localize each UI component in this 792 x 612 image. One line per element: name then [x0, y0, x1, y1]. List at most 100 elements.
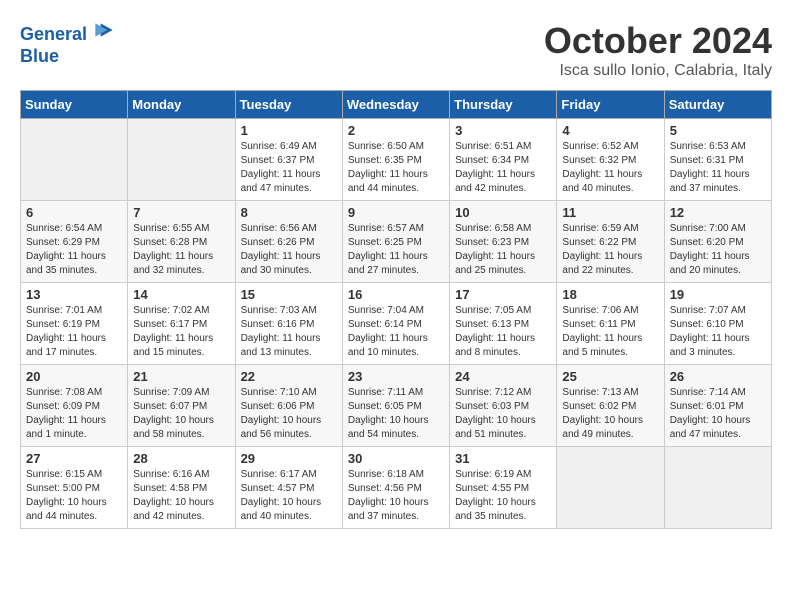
day-info: Sunrise: 6:59 AM Sunset: 6:22 PM Dayligh…: [562, 222, 658, 278]
calendar-cell: 9 Sunrise: 6:57 AM Sunset: 6:25 PM Daylig…: [342, 201, 449, 283]
day-info: Sunrise: 7:03 AM Sunset: 6:16 PM Dayligh…: [241, 304, 337, 360]
day-info: Sunrise: 7:00 AM Sunset: 6:20 PM Dayligh…: [670, 222, 766, 278]
day-header-wednesday: Wednesday: [342, 91, 449, 119]
calendar-cell: 5Sunrise: 6:53 AM Sunset: 6:31 PM Daylig…: [664, 119, 771, 201]
calendar-cell: 22Sunrise: 7:10 AM Sunset: 6:06 PM Dayli…: [235, 365, 342, 447]
day-info: Sunrise: 7:14 AM Sunset: 6:01 PM Dayligh…: [670, 386, 766, 442]
calendar-header-row: SundayMondayTuesdayWednesdayThursdayFrid…: [21, 91, 772, 119]
day-header-friday: Friday: [557, 91, 664, 119]
day-info: Sunrise: 6:51 AM Sunset: 6:34 PM Dayligh…: [455, 140, 551, 196]
day-info: Sunrise: 6:16 AM Sunset: 4:58 PM Dayligh…: [133, 468, 229, 524]
logo: General Blue: [20, 20, 114, 67]
calendar-cell: 30 Sunrise: 6:18 AM Sunset: 4:56 PM Dayli…: [342, 447, 449, 529]
month-title: October 2024: [544, 20, 772, 62]
day-info: Sunrise: 6:55 AM Sunset: 6:28 PM Dayligh…: [133, 222, 229, 278]
calendar-cell: 20Sunrise: 7:08 AM Sunset: 6:09 PM Dayli…: [21, 365, 128, 447]
calendar-cell: 18Sunrise: 7:06 AM Sunset: 6:11 PM Dayli…: [557, 283, 664, 365]
day-info: Sunrise: 7:07 AM Sunset: 6:10 PM Dayligh…: [670, 304, 766, 360]
calendar-cell: 10 Sunrise: 6:58 AM Sunset: 6:23 PM Dayli…: [450, 201, 557, 283]
day-info: Sunrise: 6:18 AM Sunset: 4:56 PM Dayligh…: [348, 468, 444, 524]
location-subtitle: Isca sullo Ionio, Calabria, Italy: [544, 62, 772, 80]
calendar-cell: 4 Sunrise: 6:52 AM Sunset: 6:32 PM Daylig…: [557, 119, 664, 201]
day-header-sunday: Sunday: [21, 91, 128, 119]
day-number: 31: [455, 451, 551, 466]
day-header-tuesday: Tuesday: [235, 91, 342, 119]
day-number: 16: [348, 287, 444, 302]
day-number: 7: [133, 205, 229, 220]
day-number: 17: [455, 287, 551, 302]
calendar-cell: [557, 447, 664, 529]
day-number: 10: [455, 205, 551, 220]
title-block: October 2024 Isca sullo Ionio, Calabria,…: [544, 20, 772, 80]
day-info: Sunrise: 6:56 AM Sunset: 6:26 PM Dayligh…: [241, 222, 337, 278]
day-number: 9: [348, 205, 444, 220]
calendar-cell: 1Sunrise: 6:49 AM Sunset: 6:37 PM Daylig…: [235, 119, 342, 201]
calendar-cell: 27 Sunrise: 6:15 AM Sunset: 5:00 PM Dayli…: [21, 447, 128, 529]
day-info: Sunrise: 6:50 AM Sunset: 6:35 PM Dayligh…: [348, 140, 444, 196]
calendar-cell: 14Sunrise: 7:02 AM Sunset: 6:17 PM Dayli…: [128, 283, 235, 365]
calendar-cell: 28 Sunrise: 6:16 AM Sunset: 4:58 PM Dayli…: [128, 447, 235, 529]
calendar-table: SundayMondayTuesdayWednesdayThursdayFrid…: [20, 90, 772, 529]
day-info: Sunrise: 7:01 AM Sunset: 6:19 PM Dayligh…: [26, 304, 122, 360]
day-number: 8: [241, 205, 337, 220]
calendar-week-1: 6Sunrise: 6:54 AM Sunset: 6:29 PM Daylig…: [21, 201, 772, 283]
day-number: 13: [26, 287, 122, 302]
calendar-cell: 3Sunrise: 6:51 AM Sunset: 6:34 PM Daylig…: [450, 119, 557, 201]
day-info: Sunrise: 6:15 AM Sunset: 5:00 PM Dayligh…: [26, 468, 122, 524]
calendar-cell: [21, 119, 128, 201]
calendar-week-3: 20Sunrise: 7:08 AM Sunset: 6:09 PM Dayli…: [21, 365, 772, 447]
logo-line2: Blue: [20, 46, 114, 68]
calendar-cell: 19 Sunrise: 7:07 AM Sunset: 6:10 PM Dayli…: [664, 283, 771, 365]
calendar-cell: 17 Sunrise: 7:05 AM Sunset: 6:13 PM Dayli…: [450, 283, 557, 365]
calendar-cell: 21Sunrise: 7:09 AM Sunset: 6:07 PM Dayli…: [128, 365, 235, 447]
calendar-cell: 16 Sunrise: 7:04 AM Sunset: 6:14 PM Dayli…: [342, 283, 449, 365]
day-info: Sunrise: 6:57 AM Sunset: 6:25 PM Dayligh…: [348, 222, 444, 278]
calendar-cell: 15 Sunrise: 7:03 AM Sunset: 6:16 PM Dayli…: [235, 283, 342, 365]
day-number: 15: [241, 287, 337, 302]
day-info: Sunrise: 7:09 AM Sunset: 6:07 PM Dayligh…: [133, 386, 229, 442]
day-info: Sunrise: 7:11 AM Sunset: 6:05 PM Dayligh…: [348, 386, 444, 442]
day-number: 4: [562, 123, 658, 138]
day-info: Sunrise: 6:58 AM Sunset: 6:23 PM Dayligh…: [455, 222, 551, 278]
day-info: Sunrise: 7:02 AM Sunset: 6:17 PM Dayligh…: [133, 304, 229, 360]
day-info: Sunrise: 7:12 AM Sunset: 6:03 PM Dayligh…: [455, 386, 551, 442]
day-number: 23: [348, 369, 444, 384]
page-header: General Blue October 2024 Isca sullo Ion…: [20, 20, 772, 80]
day-number: 22: [241, 369, 337, 384]
calendar-week-0: 1Sunrise: 6:49 AM Sunset: 6:37 PM Daylig…: [21, 119, 772, 201]
day-number: 29: [241, 451, 337, 466]
day-number: 25: [562, 369, 658, 384]
day-number: 5: [670, 123, 766, 138]
calendar-cell: 7 Sunrise: 6:55 AM Sunset: 6:28 PM Daylig…: [128, 201, 235, 283]
day-number: 26: [670, 369, 766, 384]
calendar-cell: 23 Sunrise: 7:11 AM Sunset: 6:05 PM Dayli…: [342, 365, 449, 447]
day-number: 11: [562, 205, 658, 220]
day-info: Sunrise: 6:52 AM Sunset: 6:32 PM Dayligh…: [562, 140, 658, 196]
logo-text: General: [20, 20, 114, 46]
calendar-week-2: 13 Sunrise: 7:01 AM Sunset: 6:19 PM Dayli…: [21, 283, 772, 365]
calendar-cell: [128, 119, 235, 201]
day-number: 28: [133, 451, 229, 466]
calendar-body: 1Sunrise: 6:49 AM Sunset: 6:37 PM Daylig…: [21, 119, 772, 529]
day-info: Sunrise: 7:13 AM Sunset: 6:02 PM Dayligh…: [562, 386, 658, 442]
calendar-cell: 2Sunrise: 6:50 AM Sunset: 6:35 PM Daylig…: [342, 119, 449, 201]
day-number: 12: [670, 205, 766, 220]
day-info: Sunrise: 7:06 AM Sunset: 6:11 PM Dayligh…: [562, 304, 658, 360]
day-info: Sunrise: 7:04 AM Sunset: 6:14 PM Dayligh…: [348, 304, 444, 360]
day-number: 24: [455, 369, 551, 384]
day-number: 19: [670, 287, 766, 302]
day-info: Sunrise: 6:19 AM Sunset: 4:55 PM Dayligh…: [455, 468, 551, 524]
day-info: Sunrise: 6:54 AM Sunset: 6:29 PM Dayligh…: [26, 222, 122, 278]
calendar-week-4: 27 Sunrise: 6:15 AM Sunset: 5:00 PM Dayli…: [21, 447, 772, 529]
day-info: Sunrise: 7:05 AM Sunset: 6:13 PM Dayligh…: [455, 304, 551, 360]
day-number: 30: [348, 451, 444, 466]
calendar-cell: 11 Sunrise: 6:59 AM Sunset: 6:22 PM Dayli…: [557, 201, 664, 283]
day-number: 27: [26, 451, 122, 466]
day-header-thursday: Thursday: [450, 91, 557, 119]
calendar-cell: 31 Sunrise: 6:19 AM Sunset: 4:55 PM Dayli…: [450, 447, 557, 529]
calendar-cell: 12 Sunrise: 7:00 AM Sunset: 6:20 PM Dayli…: [664, 201, 771, 283]
calendar-cell: 8 Sunrise: 6:56 AM Sunset: 6:26 PM Daylig…: [235, 201, 342, 283]
calendar-cell: 6Sunrise: 6:54 AM Sunset: 6:29 PM Daylig…: [21, 201, 128, 283]
calendar-cell: 13 Sunrise: 7:01 AM Sunset: 6:19 PM Dayli…: [21, 283, 128, 365]
day-info: Sunrise: 6:49 AM Sunset: 6:37 PM Dayligh…: [241, 140, 337, 196]
